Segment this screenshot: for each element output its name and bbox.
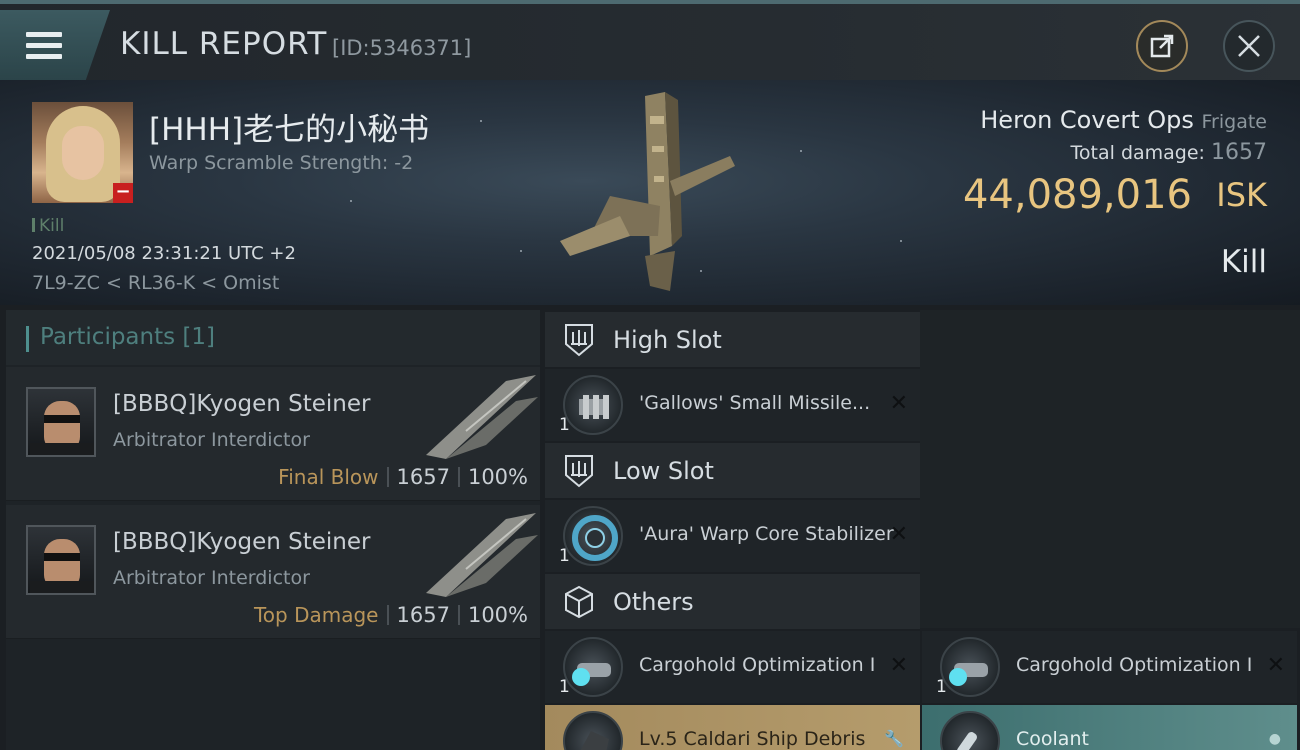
title-bar: KILL REPORT [ID:5346371] xyxy=(0,0,1300,80)
victim-name[interactable]: [HHH]老七的小秘书 xyxy=(149,104,429,149)
participant-avatar[interactable] xyxy=(26,525,96,595)
menu-button[interactable] xyxy=(0,10,110,80)
kill-tag-label: Kill xyxy=(39,216,65,236)
kill-tag: Kill xyxy=(32,216,64,236)
victim-ship[interactable]: Heron Covert Ops Frigate xyxy=(980,106,1267,134)
low-slot-header: Low Slot xyxy=(545,443,920,498)
close-button[interactable] xyxy=(1223,20,1275,72)
victim-ship-name: Heron Covert Ops xyxy=(980,106,1194,134)
coolant-icon xyxy=(940,711,1000,750)
item-name: Cargohold Optimization I xyxy=(639,654,876,676)
final-blow-tag: Final Blow xyxy=(278,465,379,489)
standing-badge: − xyxy=(113,183,133,203)
participants-panel: Participants [1] [BBBQ]Kyogen Steiner Ar… xyxy=(6,310,540,750)
report-id: [ID:5346371] xyxy=(332,36,472,60)
isk-unit: ISK xyxy=(1216,176,1267,214)
cargo-item[interactable]: Lv.5 Caldari Ship Debris 🔧 xyxy=(545,705,920,750)
participant-ship: Arbitrator Interdictor xyxy=(113,429,310,451)
item-quantity: 1 xyxy=(559,677,570,697)
destroyed-x-icon: ✕ xyxy=(889,522,908,547)
participant-percent: 100% xyxy=(467,465,528,489)
total-damage: Total damage: 1657 xyxy=(1071,140,1267,165)
item-quantity: 1 xyxy=(559,415,570,435)
total-damage-label: Total damage: xyxy=(1070,142,1205,164)
item-name: 'Gallows' Small Missile... xyxy=(639,392,871,414)
fitted-module[interactable]: 1 'Gallows' Small Missile... ✕ xyxy=(545,369,920,441)
item-name: Lv.5 Caldari Ship Debris xyxy=(639,728,866,750)
person-icon: ● xyxy=(1268,731,1281,747)
destroyed-x-icon: ✕ xyxy=(889,391,908,416)
participant-stats: Final Blow 1657 100% xyxy=(278,465,528,489)
missile-launcher-icon xyxy=(563,375,623,435)
kill-summary-header: − [HHH]老七的小秘书 Warp Scramble Strength: -2… xyxy=(0,80,1300,305)
others-header: Others xyxy=(545,574,920,629)
others-label: Others xyxy=(613,588,694,616)
participants-label: Participants [1] xyxy=(40,324,215,350)
hamburger-menu-icon xyxy=(26,32,62,60)
share-button[interactable] xyxy=(1136,20,1188,72)
destroyed-x-icon: ✕ xyxy=(889,653,908,678)
participant-damage: 1657 xyxy=(396,603,450,627)
item-name: Coolant xyxy=(1016,728,1089,750)
victim-ship-class: Frigate xyxy=(1201,111,1267,133)
participant-ship-image xyxy=(426,375,538,459)
low-slot-icon xyxy=(565,455,593,488)
participants-header: Participants [1] xyxy=(6,310,540,365)
isk-value: 44,089,016 xyxy=(962,172,1192,218)
warp-scramble-strength: Warp Scramble Strength: -2 xyxy=(149,152,414,174)
kill-location[interactable]: 7L9-ZC < RL36-K < Omist xyxy=(32,272,279,294)
participant-avatar[interactable] xyxy=(26,387,96,457)
participant-percent: 100% xyxy=(467,603,528,627)
external-share-icon xyxy=(1150,34,1174,58)
participant-ship: Arbitrator Interdictor xyxy=(113,567,310,589)
participant-name: [BBBQ]Kyogen Steiner xyxy=(113,529,371,555)
participant-ship-image xyxy=(426,513,538,597)
top-damage-tag: Top Damage xyxy=(253,603,379,627)
cube-icon xyxy=(565,585,593,619)
cargo-item[interactable]: 1 Cargohold Optimization I ✕ xyxy=(922,631,1297,703)
participant-damage: 1657 xyxy=(396,465,450,489)
participant-stats: Top Damage 1657 100% xyxy=(254,603,528,627)
victim-portrait[interactable]: − xyxy=(32,102,133,203)
ship-debris-icon xyxy=(563,711,623,750)
cargo-item[interactable]: 1 Cargohold Optimization I ✕ xyxy=(545,631,920,703)
item-name: 'Aura' Warp Core Stabilizer xyxy=(639,523,894,545)
total-damage-value: 1657 xyxy=(1211,140,1267,165)
cargo-item[interactable]: Coolant ● xyxy=(922,705,1297,750)
item-quantity: 1 xyxy=(559,546,570,566)
high-slot-label: High Slot xyxy=(613,326,722,354)
kill-datetime: 2021/05/08 23:31:21 UTC +2 xyxy=(32,243,296,264)
page-title: KILL REPORT xyxy=(120,26,328,62)
wrench-icon: 🔧 xyxy=(884,729,904,748)
result-label: Kill xyxy=(1220,244,1267,280)
high-slot-icon xyxy=(565,324,593,357)
destroyed-x-icon: ✕ xyxy=(1266,653,1285,678)
fitted-module[interactable]: 1 'Aura' Warp Core Stabilizer ✕ xyxy=(545,500,920,572)
participant-row[interactable]: [BBBQ]Kyogen Steiner Arbitrator Interdic… xyxy=(6,505,540,639)
low-slot-label: Low Slot xyxy=(613,457,714,485)
warp-core-stabilizer-icon xyxy=(563,506,623,566)
item-name: Cargohold Optimization I xyxy=(1016,654,1253,676)
close-icon xyxy=(1238,35,1260,57)
participant-row[interactable]: [BBBQ]Kyogen Steiner Arbitrator Interdic… xyxy=(6,367,540,501)
cargohold-optimization-icon xyxy=(940,637,1000,697)
participant-name: [BBBQ]Kyogen Steiner xyxy=(113,391,371,417)
cargohold-optimization-icon xyxy=(563,637,623,697)
victim-ship-image[interactable] xyxy=(550,86,750,301)
item-quantity: 1 xyxy=(936,677,947,697)
empty-slot-area xyxy=(920,310,1300,628)
high-slot-header: High Slot xyxy=(545,312,920,367)
